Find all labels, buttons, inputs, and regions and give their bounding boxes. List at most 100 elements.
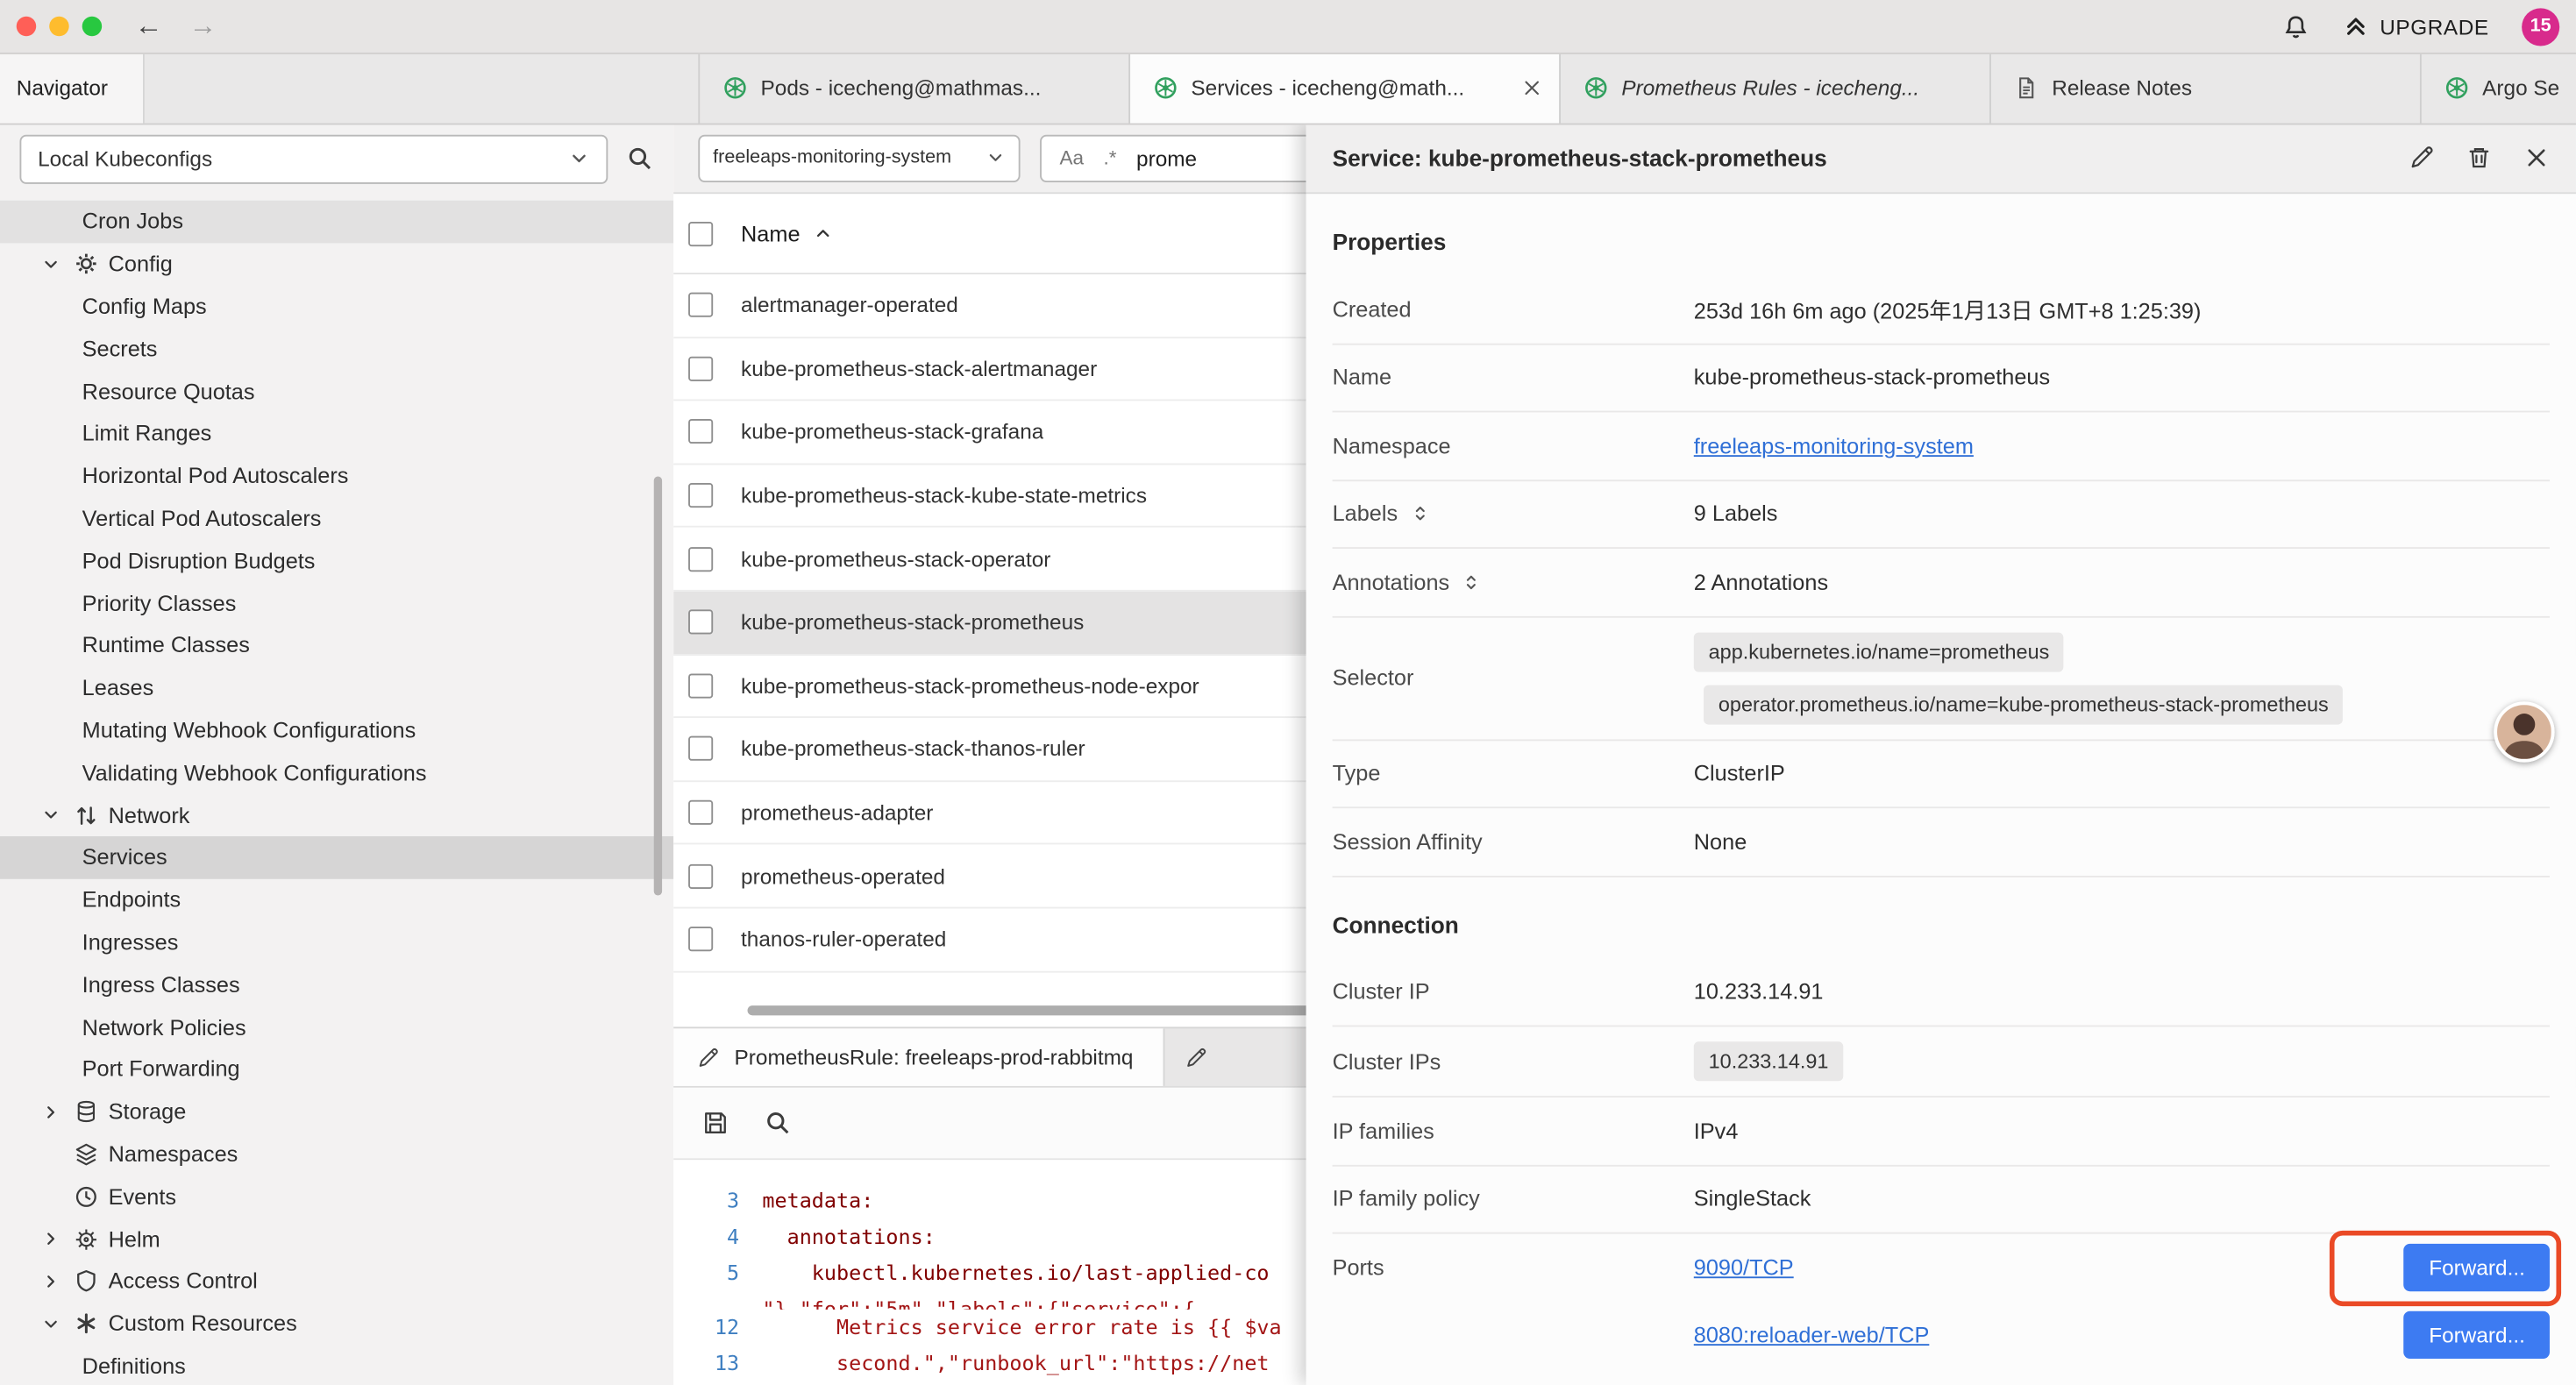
namespace-select[interactable]: freeleaps-monitoring-system xyxy=(698,134,1020,181)
floating-user-avatar[interactable] xyxy=(2494,701,2554,762)
chip: 10.233.14.91 xyxy=(1694,1041,1844,1081)
sidebar-item-helm[interactable]: Helm xyxy=(0,1218,673,1260)
regex-toggle[interactable]: .* xyxy=(1104,146,1117,169)
forward-arrow-icon[interactable]: → xyxy=(189,10,217,42)
row-checkbox[interactable] xyxy=(688,673,713,698)
sidebar-item-ingresses[interactable]: Ingresses xyxy=(0,921,673,963)
zoom-window-button[interactable] xyxy=(82,17,102,36)
sidebar-item-leases[interactable]: Leases xyxy=(0,667,673,709)
sidebar-item-access-control[interactable]: Access Control xyxy=(0,1260,673,1302)
sidebar-item-runtime-classes[interactable]: Runtime Classes xyxy=(0,624,673,666)
chip: operator.prometheus.io/name=kube-prometh… xyxy=(1704,685,2344,724)
dock-tab-partial[interactable] xyxy=(1164,1028,1227,1086)
forward-button[interactable]: Forward... xyxy=(2404,1244,2550,1291)
chevron-right-icon[interactable] xyxy=(41,1102,60,1121)
sidebar-item-namespaces[interactable]: Namespaces xyxy=(0,1133,673,1175)
sort-ascending-icon[interactable] xyxy=(814,224,833,243)
drawer-row-annotations: Annotations2 Annotations xyxy=(1333,549,2550,617)
row-checkbox[interactable] xyxy=(688,610,713,635)
tab-services-icecheng-math[interactable]: Services - icecheng@math... xyxy=(1130,53,1561,124)
sidebar-item-pod-disruption-budgets[interactable]: Pod Disruption Budgets xyxy=(0,539,673,581)
chip-list: 10.233.14.91 xyxy=(1694,1026,1844,1096)
back-arrow-icon[interactable]: ← xyxy=(135,10,163,42)
sidebar-item-network-policies[interactable]: Network Policies xyxy=(0,1005,673,1048)
code-text: metadata: xyxy=(762,1183,873,1218)
notifications-bell-icon[interactable] xyxy=(2281,12,2309,40)
select-all-checkbox[interactable] xyxy=(688,221,713,245)
close-window-button[interactable] xyxy=(17,17,36,36)
chevron-down-icon[interactable] xyxy=(41,805,60,824)
row-checkbox[interactable] xyxy=(688,547,713,572)
chevron-down-icon xyxy=(568,148,589,169)
sidebar-item-events[interactable]: Events xyxy=(0,1175,673,1218)
sidebar-item-mutating-webhook-configurations[interactable]: Mutating Webhook Configurations xyxy=(0,709,673,751)
chevron-right-icon[interactable] xyxy=(41,1229,60,1248)
prop-value: 253d 16h 6m ago (2025年1月13日 GMT+8 1:25:3… xyxy=(1694,293,2202,325)
tab-release-notes[interactable]: Release Notes xyxy=(1991,53,2422,124)
sidebar-item-config-maps[interactable]: Config Maps xyxy=(0,285,673,327)
row-checkbox[interactable] xyxy=(688,483,713,508)
updown-icon[interactable] xyxy=(1461,572,1482,593)
chevron-right-icon[interactable] xyxy=(41,1271,60,1290)
save-icon[interactable] xyxy=(701,1109,729,1137)
prop-label: Annotations xyxy=(1333,570,1694,594)
sidebar-item-services[interactable]: Services xyxy=(0,836,673,878)
sidebar-item-storage[interactable]: Storage xyxy=(0,1090,673,1133)
sidebar-item-network[interactable]: Network xyxy=(0,794,673,836)
tab-label: Argo Se xyxy=(2482,75,2576,100)
sidebar-item-cron-jobs[interactable]: Cron Jobs xyxy=(0,201,673,243)
sidebar-item-horizontal-pod-autoscalers[interactable]: Horizontal Pod Autoscalers xyxy=(0,455,673,497)
tab-prometheus-rules-icecheng[interactable]: Prometheus Rules - icecheng... xyxy=(1561,53,1991,124)
row-checkbox[interactable] xyxy=(688,357,713,381)
updown-icon[interactable] xyxy=(1409,503,1430,524)
sidebar-item-secrets[interactable]: Secrets xyxy=(0,328,673,370)
row-checkbox[interactable] xyxy=(688,737,713,762)
row-checkbox[interactable] xyxy=(688,800,713,825)
sidebar-item-port-forwarding[interactable]: Port Forwarding xyxy=(0,1048,673,1090)
port-link[interactable]: 8080:reloader-web/TCP xyxy=(1694,1323,1930,1347)
sidebar-item-endpoints[interactable]: Endpoints xyxy=(0,878,673,920)
sidebar-item-vertical-pod-autoscalers[interactable]: Vertical Pod Autoscalers xyxy=(0,497,673,539)
prop-label: Cluster IPs xyxy=(1333,1049,1694,1074)
sidebar-scrollbar-thumb[interactable] xyxy=(654,477,662,896)
sidebar-item-ingress-classes[interactable]: Ingress Classes xyxy=(0,963,673,1005)
sidebar-item-validating-webhook-configurations[interactable]: Validating Webhook Configurations xyxy=(0,751,673,793)
navigator-tab[interactable]: Navigator xyxy=(0,53,145,124)
sidebar-search-icon[interactable] xyxy=(626,145,654,173)
chevron-down-icon[interactable] xyxy=(41,254,60,273)
edit-icon[interactable] xyxy=(2409,145,2435,171)
drawer-row-cluster-ip: Cluster IP10.233.14.91 xyxy=(1333,959,2550,1027)
chevron-down-icon[interactable] xyxy=(41,1314,60,1333)
namespace-link[interactable]: freeleaps-monitoring-system xyxy=(1694,433,1974,458)
minimize-window-button[interactable] xyxy=(49,17,68,36)
forward-button[interactable]: Forward... xyxy=(2404,1311,2550,1359)
port-link[interactable]: 9090/TCP xyxy=(1694,1255,1794,1280)
notification-count-badge[interactable]: 15 xyxy=(2522,7,2559,45)
kubeconfig-select[interactable]: Local Kubeconfigs xyxy=(19,134,608,183)
match-case-toggle[interactable]: Aa xyxy=(1060,146,1085,169)
dock-tab-prometheusrule[interactable]: PrometheusRule: freeleaps-prod-rabbitmq xyxy=(673,1028,1164,1086)
row-checkbox[interactable] xyxy=(688,863,713,888)
database-icon xyxy=(74,1099,98,1124)
drawer-row-ports: Ports9090/TCPForward...8080:reloader-web… xyxy=(1333,1234,2550,1369)
editor-search-icon[interactable] xyxy=(764,1109,792,1137)
tab-argo-se[interactable]: Argo Se xyxy=(2422,53,2576,124)
row-checkbox[interactable] xyxy=(688,293,713,317)
row-checkbox[interactable] xyxy=(688,420,713,444)
editor-tabs: Pods - icecheng@mathmas... Services - ice… xyxy=(698,53,2576,124)
sidebar-item-custom-resources[interactable]: Custom Resources xyxy=(0,1303,673,1345)
row-checkbox[interactable] xyxy=(688,927,713,952)
sidebar-item-config[interactable]: Config xyxy=(0,243,673,285)
delete-icon[interactable] xyxy=(2466,145,2492,171)
sidebar-item-resource-quotas[interactable]: Resource Quotas xyxy=(0,370,673,412)
sidebar-item-limit-ranges[interactable]: Limit Ranges xyxy=(0,412,673,454)
close-icon[interactable] xyxy=(1521,77,1542,98)
tab-pods-icecheng-mathmas[interactable]: Pods - icecheng@mathmas... xyxy=(700,53,1130,124)
upgrade-button[interactable]: UPGRADE xyxy=(2342,13,2488,39)
close-icon[interactable] xyxy=(2523,145,2550,171)
sidebar-item-priority-classes[interactable]: Priority Classes xyxy=(0,582,673,624)
tab-label: Pods - icecheng@mathmas... xyxy=(761,75,1113,100)
line-number: 5 xyxy=(673,1255,762,1291)
sidebar-item-label: Validating Webhook Configurations xyxy=(82,760,427,785)
sidebar-item-definitions[interactable]: Definitions xyxy=(0,1345,673,1385)
